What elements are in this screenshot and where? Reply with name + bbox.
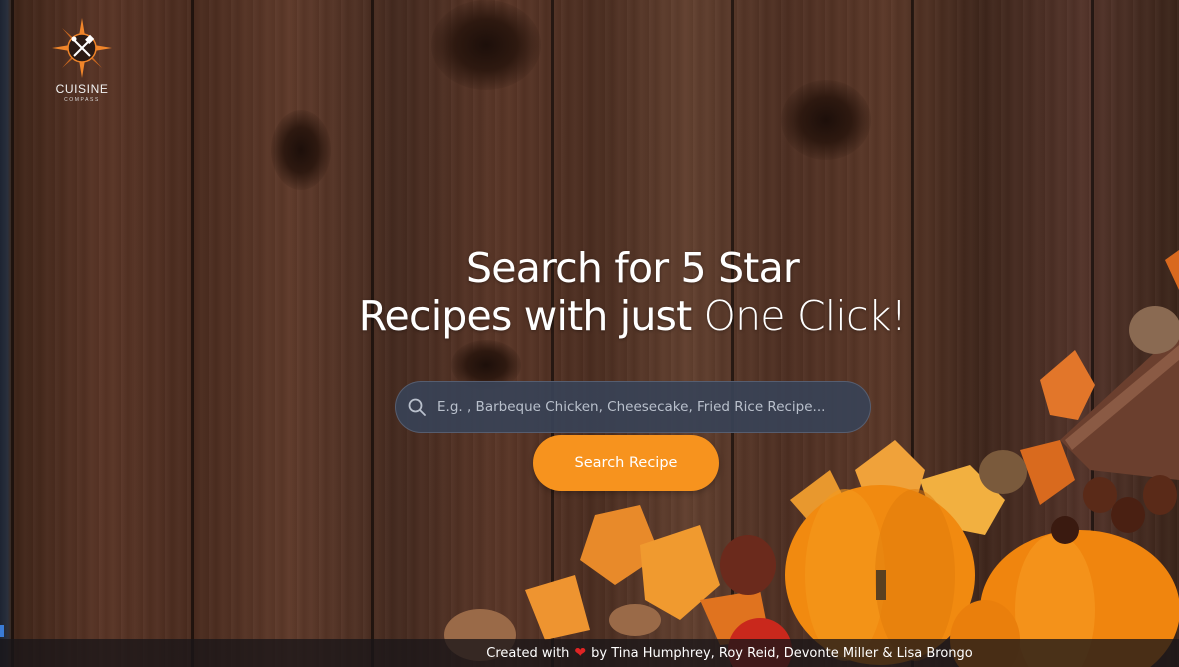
logo-subtitle: COMPASS xyxy=(64,97,100,103)
hero-line-2: Recipes with just xyxy=(358,292,704,340)
search-bar xyxy=(395,381,871,433)
footer-credits: by Tina Humphrey, Roy Reid, Devonte Mill… xyxy=(591,645,973,661)
hero-heading: Search for 5 Star Recipes with just One … xyxy=(300,244,965,340)
page: CUISINE COMPASS Search for 5 Star Recipe… xyxy=(0,0,1179,667)
search-recipe-button[interactable]: Search Recipe xyxy=(533,435,719,491)
logo[interactable]: CUISINE COMPASS xyxy=(45,16,119,106)
footer-prefix: Created with xyxy=(486,645,570,661)
hero-line-2-emphasis: One Click! xyxy=(703,292,907,340)
logo-title: CUISINE xyxy=(55,82,109,96)
compass-grill-icon xyxy=(52,18,112,78)
search-input[interactable] xyxy=(437,399,870,415)
search-icon xyxy=(408,398,426,416)
heart-icon: ❤ xyxy=(574,645,587,661)
footer: Created with ❤ by Tina Humphrey, Roy Rei… xyxy=(0,639,1179,667)
window-edge xyxy=(0,0,11,667)
hero-line-1: Search for 5 Star xyxy=(466,244,800,292)
